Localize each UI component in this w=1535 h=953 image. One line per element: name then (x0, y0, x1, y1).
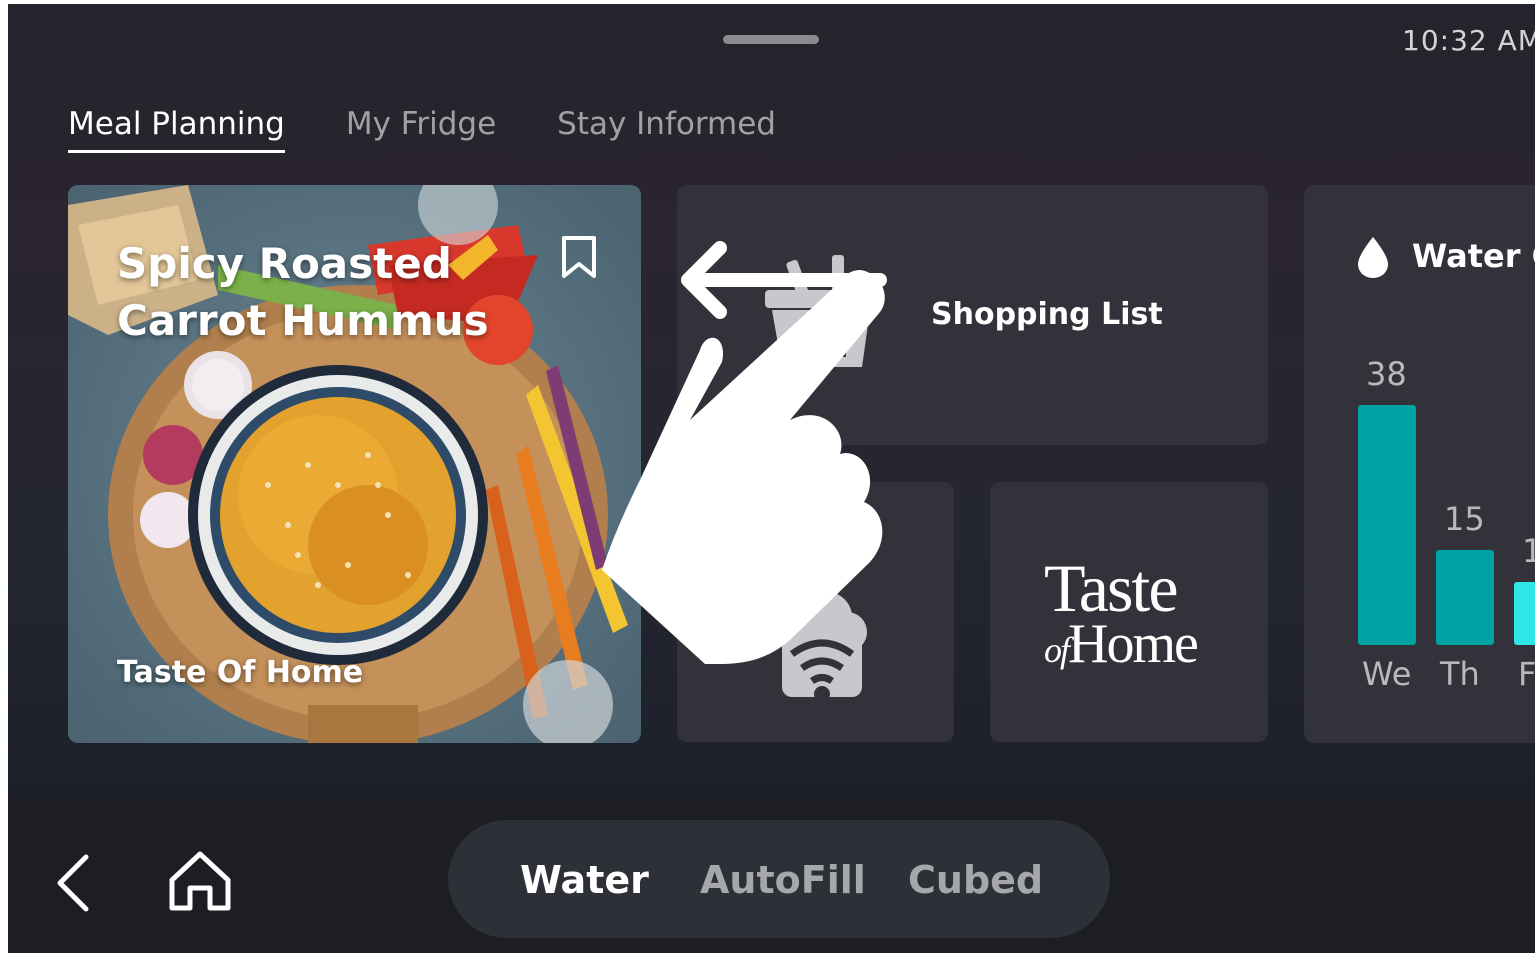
water-bar-day: Th (1440, 655, 1480, 693)
recipe-title-line-1: Spicy Roasted (117, 239, 452, 288)
recipe-card[interactable]: Spicy Roasted Carrot Hummus Taste Of Hom… (68, 185, 641, 743)
water-bar-day: We (1362, 655, 1412, 693)
recipe-source: Taste Of Home (117, 655, 364, 690)
water-bar[interactable] (1436, 550, 1494, 645)
bookmark-icon[interactable] (561, 235, 597, 279)
wifi-chef-hat-icon (780, 592, 867, 702)
basket-icon (765, 255, 877, 367)
clock: 10:32 AM (1402, 24, 1535, 57)
mode-autofill[interactable]: AutoFill (700, 858, 866, 902)
recipe-title-line-2: Carrot Hummus (117, 296, 489, 345)
water-bar-value: 15 (1444, 500, 1485, 538)
tab-stay-informed[interactable]: Stay Informed (557, 106, 776, 153)
pull-down-handle[interactable] (723, 35, 819, 44)
water-bar[interactable] (1358, 405, 1416, 645)
dispenser-mode-selector: Water AutoFill Cubed (448, 820, 1110, 938)
water-consumption-card[interactable]: Water C 38 We 15 Th 1 F (1304, 185, 1535, 743)
fridge-screen: 10:32 AM Meal Planning My Fridge Stay In… (8, 4, 1535, 953)
smart-recipes-label: s (852, 537, 870, 572)
water-bar[interactable] (1514, 582, 1535, 645)
water-bar-day: F (1518, 655, 1535, 693)
tab-bar: Meal Planning My Fridge Stay Informed (68, 106, 776, 153)
taste-of-home-card[interactable]: Taste ofHome (990, 482, 1268, 742)
tab-my-fridge[interactable]: My Fridge (346, 106, 496, 153)
water-bar-value: 1 (1522, 532, 1535, 570)
shopping-list-card[interactable]: Shopping List (677, 185, 1268, 445)
logo-taste: Taste (1044, 550, 1179, 626)
mode-cubed[interactable]: Cubed (908, 858, 1043, 902)
taste-of-home-logo: Taste ofHome (1044, 550, 1199, 675)
tab-meal-planning[interactable]: Meal Planning (68, 106, 285, 153)
logo-home: Home (1068, 613, 1199, 675)
shopping-list-label: Shopping List (931, 297, 1163, 332)
home-icon[interactable] (168, 850, 232, 912)
smart-recipes-card[interactable]: s (677, 482, 954, 742)
water-card-title: Water C (1412, 237, 1535, 275)
water-drop-icon (1358, 237, 1388, 278)
mode-water[interactable]: Water (520, 858, 649, 902)
chevron-left-icon[interactable] (54, 853, 94, 913)
logo-of: of (1044, 630, 1070, 670)
recipe-title: Spicy Roasted Carrot Hummus (117, 235, 517, 349)
water-bar-value: 38 (1366, 355, 1407, 393)
